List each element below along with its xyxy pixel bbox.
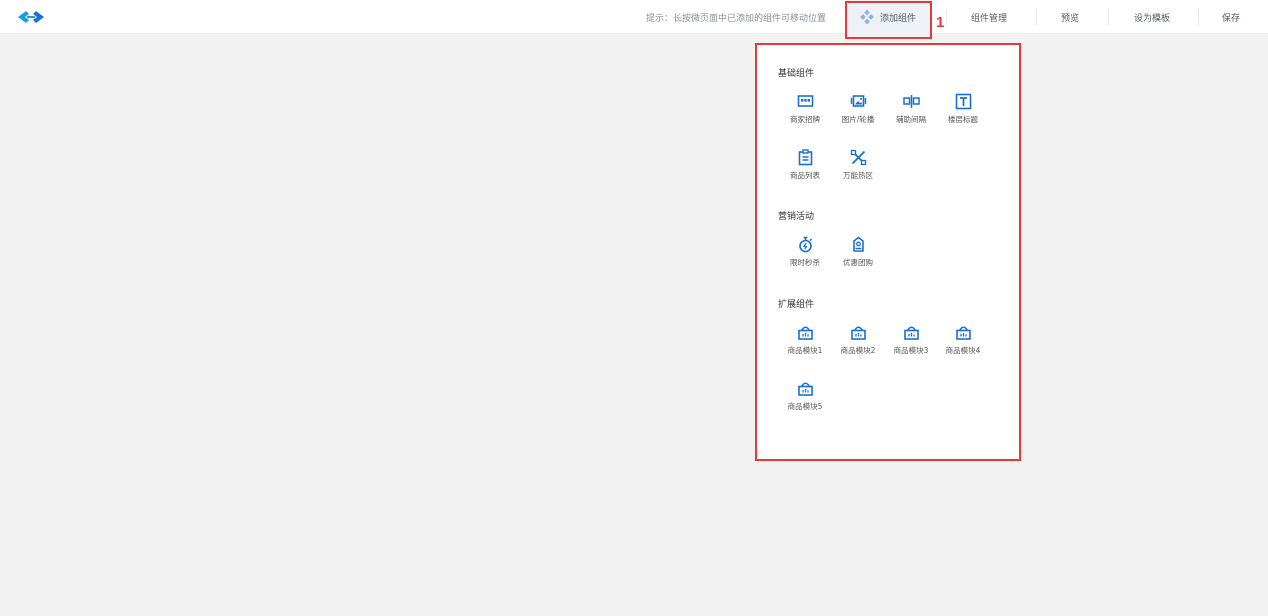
- component-product-module-5[interactable]: 商品模块5: [778, 377, 832, 417]
- component-shop-sign[interactable]: 商家招牌: [778, 90, 832, 130]
- component-label: 楼层标题: [948, 115, 978, 124]
- basket-icon: [797, 326, 813, 340]
- divider: [1198, 9, 1199, 25]
- hint-text: 提示：长按微页面中已添加的组件可移动位置: [646, 14, 827, 24]
- group-coupon-icon: [852, 236, 864, 252]
- top-bar: 提示：长按微页面中已添加的组件可移动位置 添加组件 组件管理 预览 设为模板 保…: [0, 0, 1268, 34]
- components-icon: [860, 10, 874, 24]
- component-image-carousel[interactable]: 图片/轮播: [831, 90, 885, 130]
- hotspot-icon: [850, 149, 866, 166]
- component-label: 商品模块4: [945, 346, 981, 355]
- add-component-button[interactable]: 添加组件: [846, 0, 930, 34]
- logo-icon: [18, 11, 44, 23]
- basket-icon: [797, 382, 813, 396]
- component-label: 万能热区: [843, 171, 873, 180]
- set-template-label: 设为模板: [1133, 13, 1170, 24]
- component-flash-sale[interactable]: 限时秒杀: [778, 233, 832, 273]
- component-label: 商品模块5: [787, 402, 823, 411]
- stopwatch-icon: [798, 236, 812, 253]
- component-label: 商家招牌: [790, 115, 820, 124]
- component-label: 商品模块1: [787, 346, 823, 355]
- section-title-extension: 扩展组件: [778, 300, 815, 310]
- preview-label: 预览: [1060, 13, 1079, 24]
- step-number: 1: [936, 14, 945, 31]
- save-button[interactable]: 保存: [1206, 0, 1256, 34]
- spacer-icon: [902, 95, 920, 108]
- component-product-module-4[interactable]: 商品模块4: [936, 321, 990, 361]
- divider: [1108, 9, 1109, 25]
- component-product-module-2[interactable]: 商品模块2: [831, 321, 885, 361]
- component-floor-title[interactable]: 楼层标题: [936, 90, 990, 130]
- title-text-icon: [955, 93, 971, 110]
- basket-icon: [955, 326, 971, 340]
- component-label: 优惠团购: [843, 258, 873, 267]
- component-label: 辅助间隔: [896, 115, 926, 124]
- basket-icon: [850, 326, 866, 340]
- component-label: 商品模块3: [893, 346, 929, 355]
- save-label: 保存: [1221, 13, 1240, 24]
- divider: [946, 9, 947, 25]
- set-template-button[interactable]: 设为模板: [1114, 0, 1190, 34]
- preview-button[interactable]: 预览: [1042, 0, 1098, 34]
- component-label: 商品模块2: [840, 346, 876, 355]
- component-spacer[interactable]: 辅助间隔: [884, 90, 938, 130]
- component-manage-button[interactable]: 组件管理: [952, 0, 1026, 34]
- component-label: 限时秒杀: [790, 258, 820, 267]
- add-component-label: 添加组件: [879, 13, 916, 24]
- section-title-marketing: 营销活动: [778, 212, 815, 222]
- component-hotspot[interactable]: 万能热区: [831, 146, 885, 186]
- divider: [1036, 9, 1037, 25]
- component-manage-label: 组件管理: [970, 13, 1007, 24]
- image-carousel-icon: [850, 95, 866, 107]
- component-product-module-3[interactable]: 商品模块3: [884, 321, 938, 361]
- product-list-icon: [798, 149, 812, 166]
- section-title-basic: 基础组件: [778, 69, 815, 79]
- component-group-coupon[interactable]: 优惠团购: [831, 233, 885, 273]
- basket-icon: [903, 326, 919, 340]
- component-panel: 基础组件 商家招牌 图片/轮播 辅助间隔 楼层标题 商品列表 万能热区 营销活动…: [756, 44, 1020, 460]
- storefront-sign-icon: [797, 95, 813, 107]
- component-product-module-1[interactable]: 商品模块1: [778, 321, 832, 361]
- component-label: 商品列表: [790, 171, 820, 180]
- component-label: 图片/轮播: [841, 115, 875, 124]
- component-product-list[interactable]: 商品列表: [778, 146, 832, 186]
